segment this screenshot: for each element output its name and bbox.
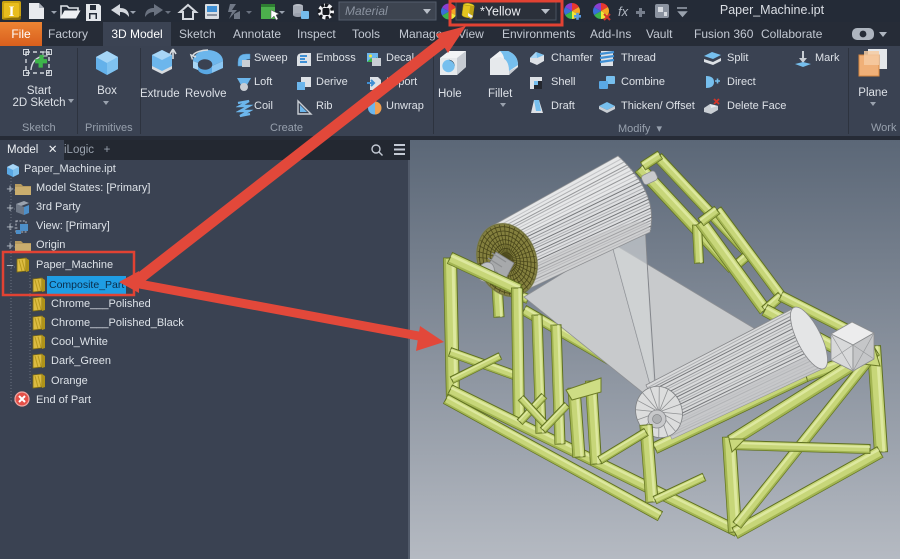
svg-text:fx: fx — [618, 4, 629, 19]
svg-text:Material: Material — [345, 4, 388, 18]
svg-text:I: I — [9, 4, 15, 20]
svg-text:*Yellow: *Yellow — [480, 5, 522, 19]
